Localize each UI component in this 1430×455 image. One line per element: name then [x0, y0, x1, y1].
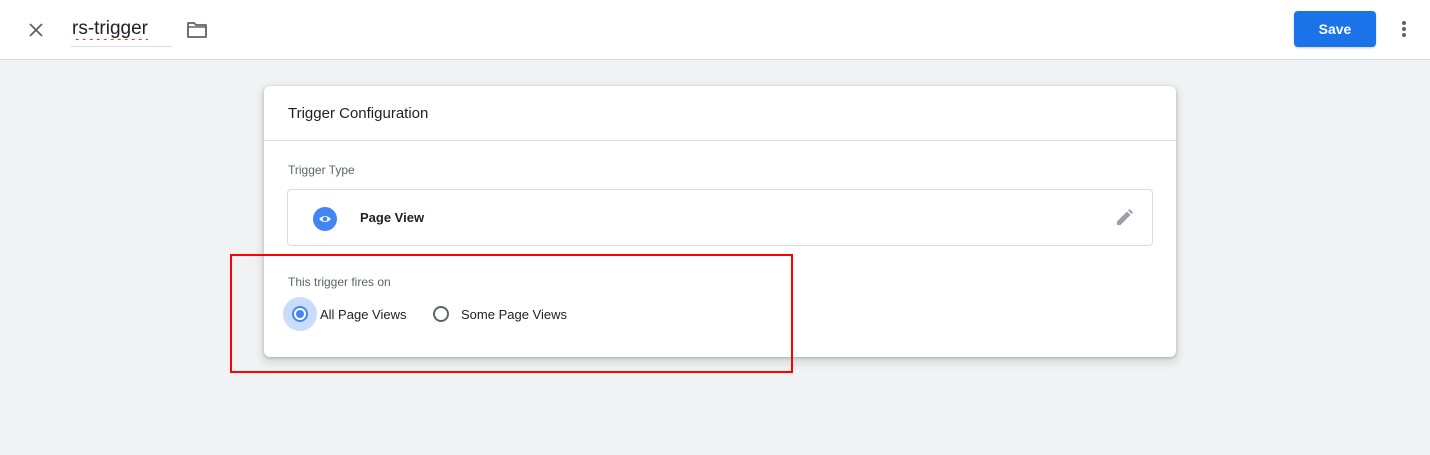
radio-all-page-views[interactable]: All Page Views — [283, 297, 406, 331]
radio-label-all-page-views: All Page Views — [320, 306, 407, 322]
card-title: Trigger Configuration — [264, 86, 1176, 141]
trigger-name-field[interactable] — [71, 14, 173, 47]
trigger-type-name: Page View — [360, 210, 425, 225]
radio-button-checked[interactable] — [292, 306, 308, 322]
close-button[interactable] — [22, 16, 50, 44]
folder-button[interactable] — [184, 17, 210, 43]
radio-halo — [424, 297, 458, 331]
close-icon — [29, 23, 43, 37]
top-bar: Save — [0, 0, 1430, 60]
radio-button-unchecked[interactable] — [433, 306, 449, 322]
trigger-configuration-card: Trigger Configuration Trigger Type Page … — [264, 86, 1176, 357]
folder-icon — [187, 22, 207, 38]
radio-dot — [296, 310, 304, 318]
trigger-type-label: Trigger Type — [288, 163, 355, 177]
save-button[interactable]: Save — [1294, 11, 1376, 47]
radio-focus-halo — [283, 297, 317, 331]
trigger-type-selector[interactable]: Page View — [287, 189, 1153, 246]
radio-label-some-page-views: Some Page Views — [461, 306, 567, 322]
eye-icon — [313, 207, 337, 231]
more-vert-icon — [1402, 21, 1406, 37]
pencil-icon[interactable] — [1114, 208, 1134, 228]
more-options-button[interactable] — [1392, 16, 1416, 42]
radio-some-page-views[interactable]: Some Page Views — [424, 297, 567, 331]
trigger-name-input[interactable] — [71, 14, 173, 44]
fires-on-label: This trigger fires on — [288, 275, 391, 289]
